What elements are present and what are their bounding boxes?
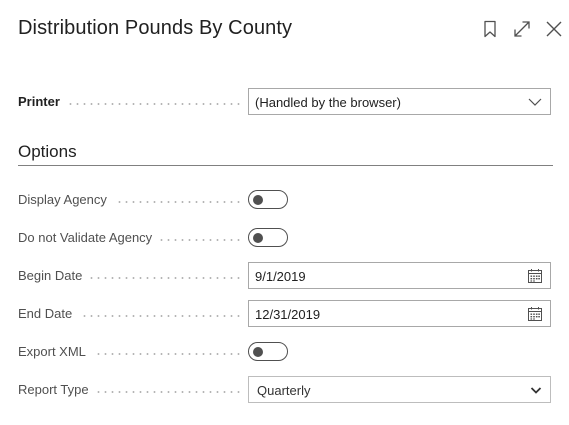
end-date-input[interactable]: 12/31/2019 bbox=[248, 300, 551, 327]
begin-date-row: Begin Date 9/1/2019 bbox=[18, 262, 553, 290]
export-xml-row: Export XML bbox=[18, 338, 553, 366]
begin-date-value: 9/1/2019 bbox=[255, 269, 306, 284]
end-date-value: 12/31/2019 bbox=[255, 307, 321, 322]
close-icon[interactable] bbox=[544, 19, 564, 39]
printer-value: (Handled by the browser) bbox=[255, 95, 401, 110]
bookmark-icon[interactable] bbox=[480, 19, 500, 39]
calendar-icon[interactable] bbox=[527, 306, 543, 322]
chevron-down-icon bbox=[530, 387, 542, 394]
do-not-validate-agency-toggle[interactable] bbox=[248, 228, 288, 247]
toggle-knob bbox=[253, 233, 263, 243]
report-type-label: Report Type bbox=[18, 382, 97, 397]
report-type-select[interactable]: Quarterly bbox=[248, 376, 551, 403]
printer-row: Printer (Handled by the browser) bbox=[18, 88, 553, 116]
begin-date-label: Begin Date bbox=[18, 268, 91, 283]
do-not-validate-agency-label: Do not Validate Agency bbox=[18, 230, 161, 245]
printer-label: Printer bbox=[18, 94, 68, 109]
export-xml-label: Export XML bbox=[18, 344, 94, 359]
report-type-value: Quarterly bbox=[257, 383, 311, 398]
options-section-header[interactable]: Options bbox=[18, 142, 553, 166]
display-agency-toggle[interactable] bbox=[248, 190, 288, 209]
display-agency-row: Display Agency bbox=[18, 186, 553, 214]
calendar-icon[interactable] bbox=[527, 268, 543, 284]
printer-select[interactable]: (Handled by the browser) bbox=[248, 88, 551, 115]
begin-date-input[interactable]: 9/1/2019 bbox=[248, 262, 551, 289]
expand-icon[interactable] bbox=[512, 19, 532, 39]
toggle-knob bbox=[253, 195, 263, 205]
chevron-down-icon bbox=[528, 98, 542, 106]
dialog-title: Distribution Pounds By County bbox=[18, 17, 293, 39]
options-heading: Options bbox=[18, 142, 77, 161]
do-not-validate-agency-row: Do not Validate Agency bbox=[18, 224, 553, 252]
display-agency-label: Display Agency bbox=[18, 192, 115, 207]
export-xml-toggle[interactable] bbox=[248, 342, 288, 361]
report-type-row: Report Type Quarterly bbox=[18, 376, 553, 404]
end-date-row: End Date 12/31/2019 bbox=[18, 300, 553, 328]
toggle-knob bbox=[253, 347, 263, 357]
end-date-label: End Date bbox=[18, 306, 81, 321]
